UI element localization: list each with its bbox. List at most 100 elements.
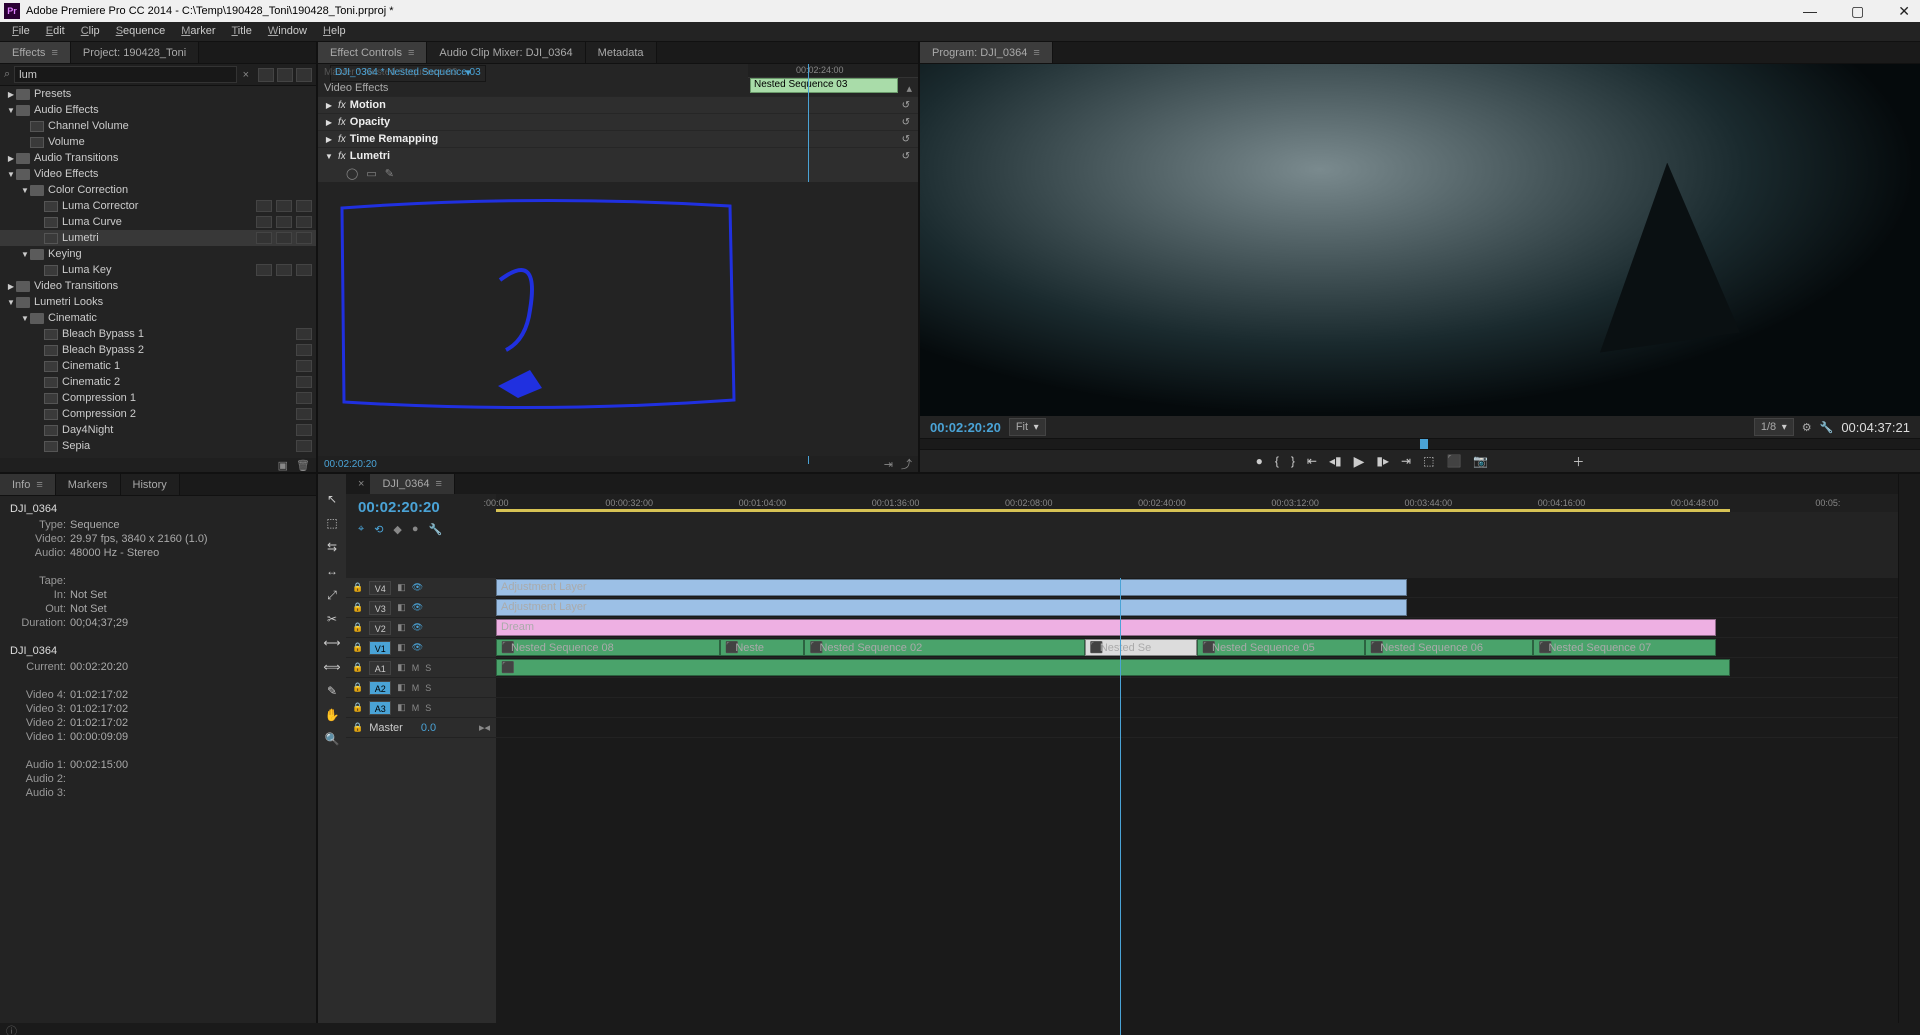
lock-icon[interactable]: 🔒 [352,662,363,673]
mute-icon[interactable]: M [412,703,420,713]
clip[interactable]: ⬛Nested Sequence 02 [804,639,1084,656]
effect-cinematic-2[interactable]: Cinematic 2 [0,374,316,390]
tab-history[interactable]: History [121,474,180,495]
track-header-v2[interactable]: 🔒V2◧👁 [346,618,496,638]
eye-icon[interactable]: 👁 [412,582,423,593]
twirl-icon[interactable]: ▼ [20,314,30,323]
new-bin-icon[interactable]: ▣ [278,459,288,472]
menu-edit[interactable]: Edit [38,22,73,41]
solo-icon[interactable]: S [425,663,431,673]
effect-cinematic[interactable]: ▼Cinematic [0,310,316,326]
menu-file[interactable]: File [4,22,38,41]
tab-audio-mixer[interactable]: Audio Clip Mixer: DJI_0364 [427,42,585,63]
effect-day4night[interactable]: Day4Night [0,422,316,438]
track-v1[interactable]: ⬛Nested Sequence 08⬛Neste⬛Nested Sequenc… [496,638,1898,658]
mute-icon[interactable]: M [412,663,420,673]
track-header-master[interactable]: 🔒Master0.0▸◂ [346,718,496,738]
program-fit-select[interactable]: Fit ▾ [1009,418,1046,436]
solo-icon[interactable]: S [425,703,431,713]
track-header-v4[interactable]: 🔒V4◧👁 [346,578,496,598]
ripple-icon[interactable]: ⇆ [323,538,341,556]
lock-icon[interactable]: 🔒 [352,622,363,633]
fx-icon[interactable]: fx [338,117,346,128]
delete-icon[interactable]: 🗑 [296,459,310,472]
panel-menu-icon[interactable]: ≡ [51,47,57,59]
toggle-icon[interactable]: ◧ [397,682,406,693]
program-current-tc[interactable]: 00:02:20:20 [930,420,1001,435]
menu-marker[interactable]: Marker [173,22,223,41]
panel-menu-icon[interactable]: ≡ [1033,47,1039,59]
program-scrubber[interactable] [920,438,1920,450]
effect-audio-transitions[interactable]: ▶Audio Transitions [0,150,316,166]
track-header-a1[interactable]: 🔒A1◧MS [346,658,496,678]
reset-icon[interactable]: ↺ [902,100,910,111]
tab-markers[interactable]: Markers [56,474,121,495]
effect-compression-1[interactable]: Compression 1 [0,390,316,406]
mask-ellipse-icon[interactable]: ◯ [346,167,358,180]
program-scale-select[interactable]: 1/8 ▾ [1754,418,1794,436]
ec-row-opacity[interactable]: ▶fxOpacity↺ [318,113,918,130]
ec-row-time-remapping[interactable]: ▶fxTime Remapping↺ [318,130,918,147]
toggle-icon[interactable]: ◧ [397,702,406,713]
ec-icon[interactable]: ⤴ [901,456,912,472]
toggle-icon[interactable]: ◧ [397,642,406,653]
clip[interactable]: ⬛Neste [720,639,804,656]
chevron-up-icon[interactable]: ▴ [906,82,912,95]
menu-sequence[interactable]: Sequence [108,22,174,41]
go-out-icon[interactable]: ⇥ [1401,454,1411,468]
reset-icon[interactable]: ↺ [902,134,910,145]
mark-out-icon[interactable]: } [1291,454,1295,468]
track-v4[interactable]: Adjustment Layer [496,578,1898,598]
add-button-icon[interactable]: ＋ [1572,453,1584,470]
fx-icon[interactable]: fx [338,134,346,145]
track-v2[interactable]: Dream [496,618,1898,638]
twirl-icon[interactable]: ▶ [6,90,16,99]
go-in-icon[interactable]: ⇤ [1307,454,1317,468]
mute-icon[interactable]: M [412,683,420,693]
linked-sel-icon[interactable]: ⟲ [374,523,383,536]
tab-effect-controls[interactable]: Effect Controls ≡ [318,42,427,63]
clip[interactable]: Dream [496,619,1716,636]
effect-sepia[interactable]: Sepia [0,438,316,454]
program-video[interactable] [920,64,1920,416]
clip[interactable]: ⬛Nested Sequence 05 [1197,639,1365,656]
track-v3[interactable]: Adjustment Layer [496,598,1898,618]
twirl-icon[interactable]: ▼ [324,152,334,161]
twirl-icon[interactable]: ▶ [324,118,334,127]
tab-program[interactable]: Program: DJI_0364 ≡ [920,42,1053,63]
ec-clip-label[interactable]: DJI_0364 * Nested Sequence 03 [330,65,486,82]
settings-icon[interactable]: ⚙ [1802,421,1812,434]
clip[interactable]: ⬛Nested Sequence 08 [496,639,720,656]
lock-icon[interactable]: 🔒 [352,702,363,713]
effect-presets[interactable]: ▶Presets [0,86,316,102]
tab-info[interactable]: Info≡ [0,474,56,495]
filter-icon-3[interactable] [296,68,312,82]
clip[interactable]: Adjustment Layer [496,599,1407,616]
wrench-icon[interactable]: 🔧 [1820,421,1834,434]
track-a3[interactable] [496,698,1898,718]
eye-icon[interactable]: 👁 [412,622,423,633]
effect-compression-2[interactable]: Compression 2 [0,406,316,422]
filter-icon-2[interactable] [277,68,293,82]
marker-icon[interactable]: ◆ [393,523,401,536]
twirl-icon[interactable]: ▼ [20,250,30,259]
ec-icon[interactable]: ⇥ [884,458,893,471]
play-icon[interactable]: ▶ [1354,453,1365,470]
twirl-icon[interactable]: ▶ [6,282,16,291]
track-toggle[interactable]: V4 [369,581,391,595]
selection-tool-icon[interactable]: ↖ [323,490,341,508]
reset-icon[interactable]: ↺ [902,117,910,128]
close-tab-icon[interactable]: × [358,478,364,490]
eye-icon[interactable]: 👁 [412,602,423,613]
mark-in-icon[interactable]: { [1275,454,1279,468]
twirl-icon[interactable]: ▶ [6,154,16,163]
slide-icon[interactable]: ⟺ [323,658,341,676]
snap-icon[interactable]: ⌖ [358,523,364,536]
track-a1[interactable]: ⬛ [496,658,1898,678]
lock-icon[interactable]: 🔒 [352,642,363,653]
track-select-icon[interactable]: ⬚ [323,514,341,532]
track-toggle[interactable]: V1 [369,641,391,655]
clip[interactable]: ⬛Nested Sequence 06 [1365,639,1533,656]
track-header-v3[interactable]: 🔒V3◧👁 [346,598,496,618]
minimize-button[interactable]: — [1797,3,1823,20]
